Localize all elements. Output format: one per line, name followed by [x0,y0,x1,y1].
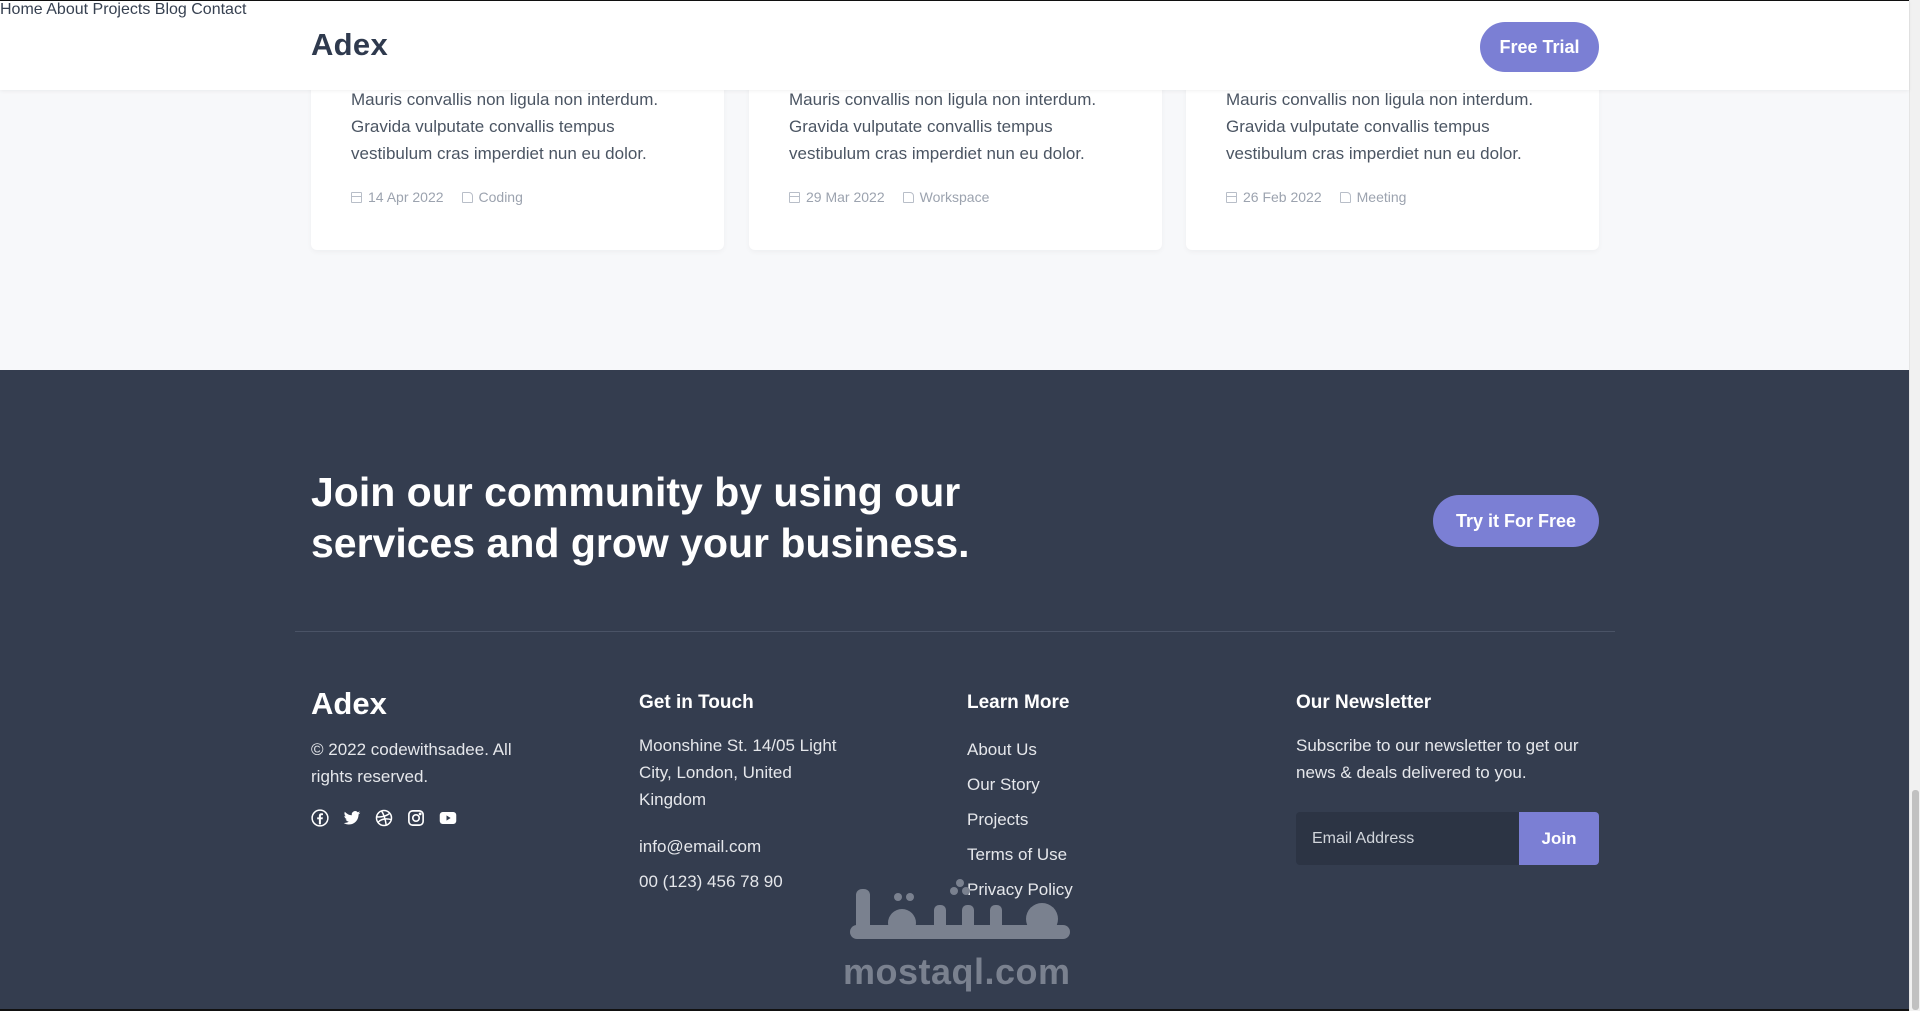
copyright-text: © 2022 codewithsadee. All rights reserve… [311,740,512,786]
document-icon [461,191,473,203]
free-trial-button[interactable]: Free Trial [1480,22,1599,72]
footer-divider [295,631,1615,632]
email-input[interactable]: Email Address [1296,812,1519,865]
cta-heading: Join our community by using our services… [311,469,970,566]
youtube-icon[interactable] [439,809,457,827]
page-scrollbar[interactable] [1909,0,1920,1011]
twitter-icon[interactable] [343,809,361,827]
card-excerpt: Mauris convallis non ligula non interdum… [351,90,659,163]
contact-title: Get in Touch [639,692,754,713]
nav-home[interactable]: Home [0,1,43,18]
instagram-icon[interactable] [407,809,425,827]
card-meta: 26 Feb 2022 Meeting [1226,189,1406,205]
card-category[interactable]: Workspace [920,189,990,205]
footer-logo[interactable]: Adex [311,686,387,722]
link-our-story[interactable]: Our Story [967,775,1040,795]
card-category[interactable]: Coding [479,189,523,205]
nav-projects[interactable]: Projects [93,1,151,18]
newsletter-title: Our Newsletter [1296,692,1432,713]
link-projects[interactable]: Projects [967,810,1028,830]
contact-address: Moonshine St. 14/05 Light City, London, … [639,736,837,809]
document-icon [902,191,914,203]
main-nav: Home About Projects Blog Contact [0,1,1909,19]
calendar-icon [351,191,362,203]
card-meta: 29 Mar 2022 Workspace [789,189,989,205]
nav-blog[interactable]: Blog [155,1,187,18]
mostaql-watermark-text: mostaql.com [843,951,1071,992]
card-date: 29 Mar 2022 [806,189,885,205]
card-date: 14 Apr 2022 [368,189,444,205]
nav-contact[interactable]: Contact [191,1,246,18]
mostaql-watermark-logo [842,875,1077,955]
scrollbar-thumb[interactable] [1912,790,1919,1010]
site-header: Adex Home About Projects Blog Contact Fr… [0,1,1909,90]
card-category[interactable]: Meeting [1357,189,1407,205]
social-links [311,809,457,827]
learn-more-title: Learn More [967,692,1070,713]
site-logo[interactable]: Adex [311,27,388,63]
dribbble-icon[interactable] [375,809,393,827]
try-free-button[interactable]: Try it For Free [1433,495,1599,547]
facebook-icon[interactable] [311,809,329,827]
card-excerpt: Mauris convallis non ligula non interdum… [1226,90,1534,163]
calendar-icon [1226,191,1237,203]
contact-email[interactable]: info@email.com [639,833,761,860]
contact-phone[interactable]: 00 (123) 456 78 90 [639,868,783,895]
newsletter-text: Subscribe to our newsletter to get our n… [1296,736,1579,782]
card-meta: 14 Apr 2022 Coding [351,189,523,205]
nav-about[interactable]: About [46,1,88,18]
join-button[interactable]: Join [1519,812,1599,865]
card-date: 26 Feb 2022 [1243,189,1322,205]
card-excerpt: Mauris convallis non ligula non interdum… [789,90,1097,163]
link-terms[interactable]: Terms of Use [967,845,1067,865]
link-about-us[interactable]: About Us [967,740,1037,760]
calendar-icon [789,191,800,203]
document-icon [1339,191,1351,203]
